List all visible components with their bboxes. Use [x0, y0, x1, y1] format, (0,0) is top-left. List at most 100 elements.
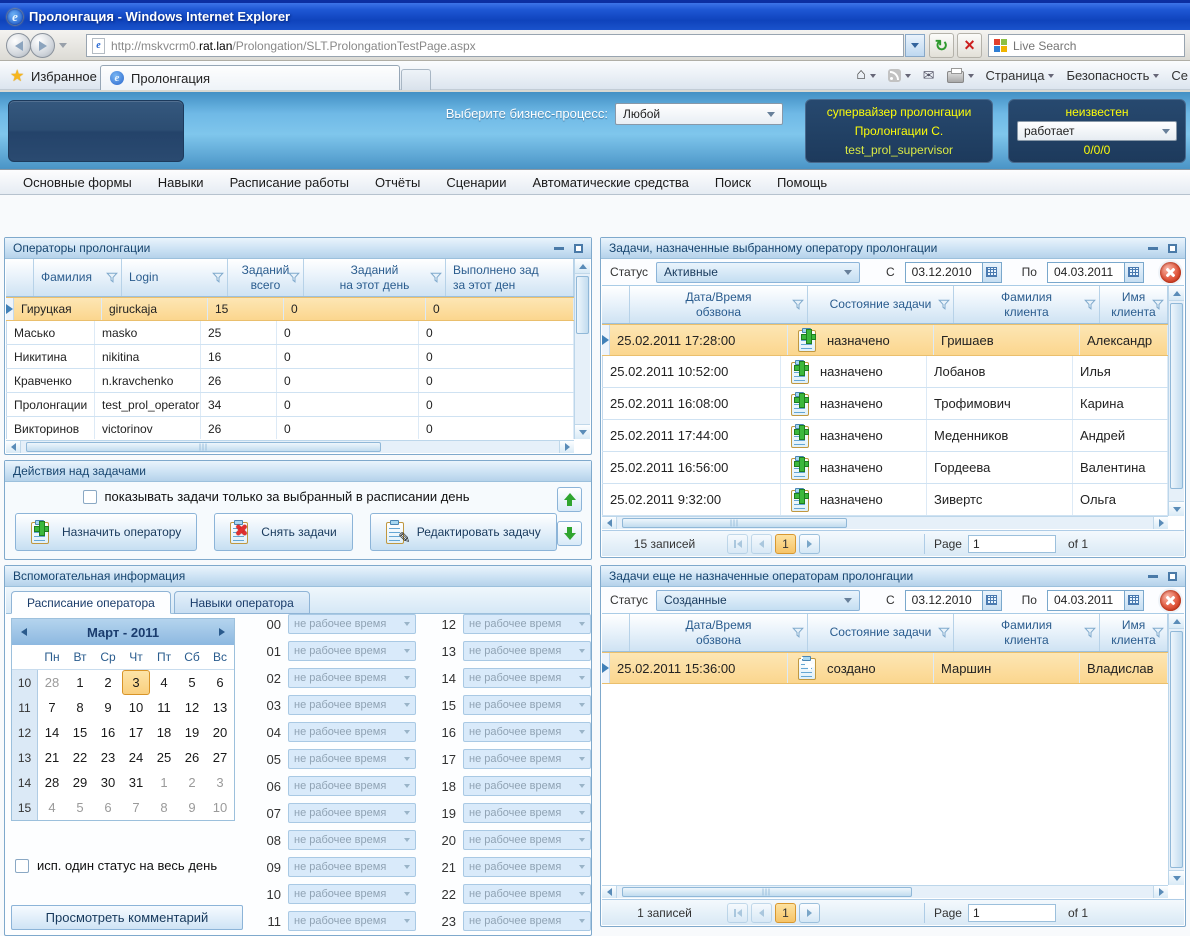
- slot-status-select[interactable]: не рабочее время: [288, 722, 416, 742]
- calendar-day[interactable]: 1: [66, 670, 94, 695]
- menu-scenarios[interactable]: Сценарии: [433, 170, 519, 194]
- horizontal-scrollbar[interactable]: [602, 516, 1168, 529]
- scroll-up-button[interactable]: [1169, 286, 1184, 301]
- column-done-day[interactable]: Выполнено зад за этот ден: [446, 259, 574, 296]
- calendar-day[interactable]: 8: [150, 795, 178, 820]
- print-button[interactable]: [946, 67, 974, 83]
- column-call-datetime[interactable]: Дата/Время обзвона: [630, 614, 808, 651]
- calendar-day[interactable]: 26: [178, 745, 206, 770]
- operator-row[interactable]: Викторинов victorinov 26 0 0: [6, 417, 574, 439]
- address-dropdown-button[interactable]: [905, 34, 925, 57]
- calendar-day[interactable]: 7: [122, 795, 150, 820]
- calendar-day[interactable]: 16: [94, 720, 122, 745]
- page-menu-button[interactable]: Страница: [986, 68, 1055, 83]
- assign-operator-button[interactable]: Назначить оператору: [15, 513, 198, 551]
- calendar-day[interactable]: 8: [66, 695, 94, 720]
- first-page-button[interactable]: [727, 902, 748, 923]
- prev-month-button[interactable]: [21, 628, 27, 636]
- mail-button[interactable]: ✉: [923, 68, 935, 82]
- column-tasks-total[interactable]: Заданий всего: [228, 259, 304, 296]
- calendar-day[interactable]: 11: [150, 695, 178, 720]
- scrollbar-thumb[interactable]: [26, 442, 382, 452]
- task-row[interactable]: 25.02.2011 17:44:00 назначено Меденников…: [602, 420, 1168, 452]
- task-row[interactable]: 25.02.2011 9:32:00 назначено Зивертс Оль…: [602, 484, 1168, 516]
- calendar-day[interactable]: 24: [122, 745, 150, 770]
- column-surname[interactable]: Фамилия: [34, 259, 122, 296]
- filter-icon[interactable]: [430, 272, 442, 284]
- current-page-button[interactable]: 1: [775, 533, 796, 554]
- slot-status-select[interactable]: не рабочее время: [288, 884, 416, 904]
- slot-status-select[interactable]: не рабочее время: [288, 695, 416, 715]
- slot-status-select[interactable]: не рабочее время: [463, 776, 591, 796]
- slot-status-select[interactable]: не рабочее время: [288, 749, 416, 769]
- calendar-day[interactable]: 9: [94, 695, 122, 720]
- filter-icon[interactable]: [288, 272, 300, 284]
- column-client-name[interactable]: Имя клиента: [1100, 286, 1168, 323]
- recent-pages-dropdown[interactable]: [59, 43, 67, 48]
- next-month-button[interactable]: [218, 628, 225, 636]
- clear-filter-button[interactable]: [1159, 261, 1181, 283]
- menu-search[interactable]: Поиск: [702, 170, 764, 194]
- slot-status-select[interactable]: не рабочее время: [288, 857, 416, 877]
- scroll-left-button[interactable]: [602, 517, 617, 529]
- date-to-input[interactable]: 04.03.2011: [1046, 261, 1144, 283]
- calendar-day[interactable]: 15: [66, 720, 94, 745]
- column-task-state[interactable]: Состояние задачи: [808, 614, 954, 651]
- horizontal-scrollbar[interactable]: [602, 885, 1168, 898]
- scrollbar-thumb[interactable]: [1170, 303, 1183, 489]
- remove-tasks-button[interactable]: Снять задачи: [214, 513, 353, 551]
- scroll-up-button[interactable]: [1169, 614, 1184, 629]
- view-comment-button[interactable]: Просмотреть комментарий: [11, 905, 243, 930]
- slot-status-select[interactable]: не рабочее время: [463, 695, 591, 715]
- calendar-day[interactable]: 10: [122, 695, 150, 720]
- operator-row[interactable]: Никитина nikitina 16 0 0: [6, 345, 574, 369]
- back-button[interactable]: [6, 33, 31, 58]
- calendar-day[interactable]: 23: [94, 745, 122, 770]
- favorites-star-icon[interactable]: ★: [10, 66, 24, 86]
- page-number-input[interactable]: [967, 903, 1056, 922]
- service-menu-button[interactable]: Се: [1171, 68, 1188, 83]
- column-client-surname[interactable]: Фамилия клиента: [954, 286, 1100, 323]
- prev-page-button[interactable]: [751, 902, 772, 923]
- calendar-day[interactable]: 5: [66, 795, 94, 820]
- calendar-day[interactable]: 1: [150, 770, 178, 795]
- stop-button[interactable]: ×: [957, 33, 982, 58]
- minimize-icon[interactable]: [1148, 574, 1158, 578]
- scroll-right-button[interactable]: [1153, 886, 1168, 898]
- next-page-button[interactable]: [799, 902, 820, 923]
- calendar-day[interactable]: 14: [38, 720, 66, 745]
- slot-status-select[interactable]: не рабочее время: [288, 776, 416, 796]
- slot-status-select[interactable]: не рабочее время: [288, 668, 416, 688]
- clear-filter-button[interactable]: [1159, 589, 1181, 611]
- show-day-tasks-checkbox[interactable]: [82, 489, 97, 504]
- calendar-day[interactable]: 3: [206, 770, 234, 795]
- column-tasks-day[interactable]: Заданий на этот день: [304, 259, 446, 296]
- slot-status-select[interactable]: не рабочее время: [463, 722, 591, 742]
- calendar-day[interactable]: 21: [38, 745, 66, 770]
- calendar-day[interactable]: 2: [94, 670, 122, 695]
- refresh-button[interactable]: ↻: [929, 33, 954, 58]
- move-up-button[interactable]: [557, 487, 582, 512]
- scrollbar-thumb[interactable]: [622, 518, 848, 528]
- vertical-scrollbar[interactable]: [1168, 286, 1184, 516]
- task-row[interactable]: 25.02.2011 15:36:00 создано Маршин Влади…: [602, 652, 1168, 684]
- task-row[interactable]: 25.02.2011 16:08:00 назначено Трофимович…: [602, 388, 1168, 420]
- filter-icon[interactable]: [938, 627, 950, 639]
- column-call-datetime[interactable]: Дата/Время обзвона: [630, 286, 808, 323]
- forward-button[interactable]: [30, 33, 55, 58]
- filter-icon[interactable]: [106, 272, 118, 284]
- slot-status-select[interactable]: не рабочее время: [463, 668, 591, 688]
- scroll-right-button[interactable]: [559, 441, 574, 453]
- filter-icon[interactable]: [1084, 627, 1096, 639]
- search-input[interactable]: [1013, 38, 1179, 53]
- scroll-left-button[interactable]: [6, 441, 21, 453]
- security-menu-button[interactable]: Безопасность: [1066, 68, 1160, 83]
- vertical-scrollbar[interactable]: [574, 259, 590, 439]
- slot-status-select[interactable]: не рабочее время: [463, 614, 591, 634]
- prev-page-button[interactable]: [751, 533, 772, 554]
- calendar-day[interactable]: 25: [150, 745, 178, 770]
- horizontal-scrollbar[interactable]: [6, 440, 574, 453]
- move-down-button[interactable]: [557, 521, 582, 546]
- slot-status-select[interactable]: не рабочее время: [288, 803, 416, 823]
- slot-status-select[interactable]: не рабочее время: [463, 857, 591, 877]
